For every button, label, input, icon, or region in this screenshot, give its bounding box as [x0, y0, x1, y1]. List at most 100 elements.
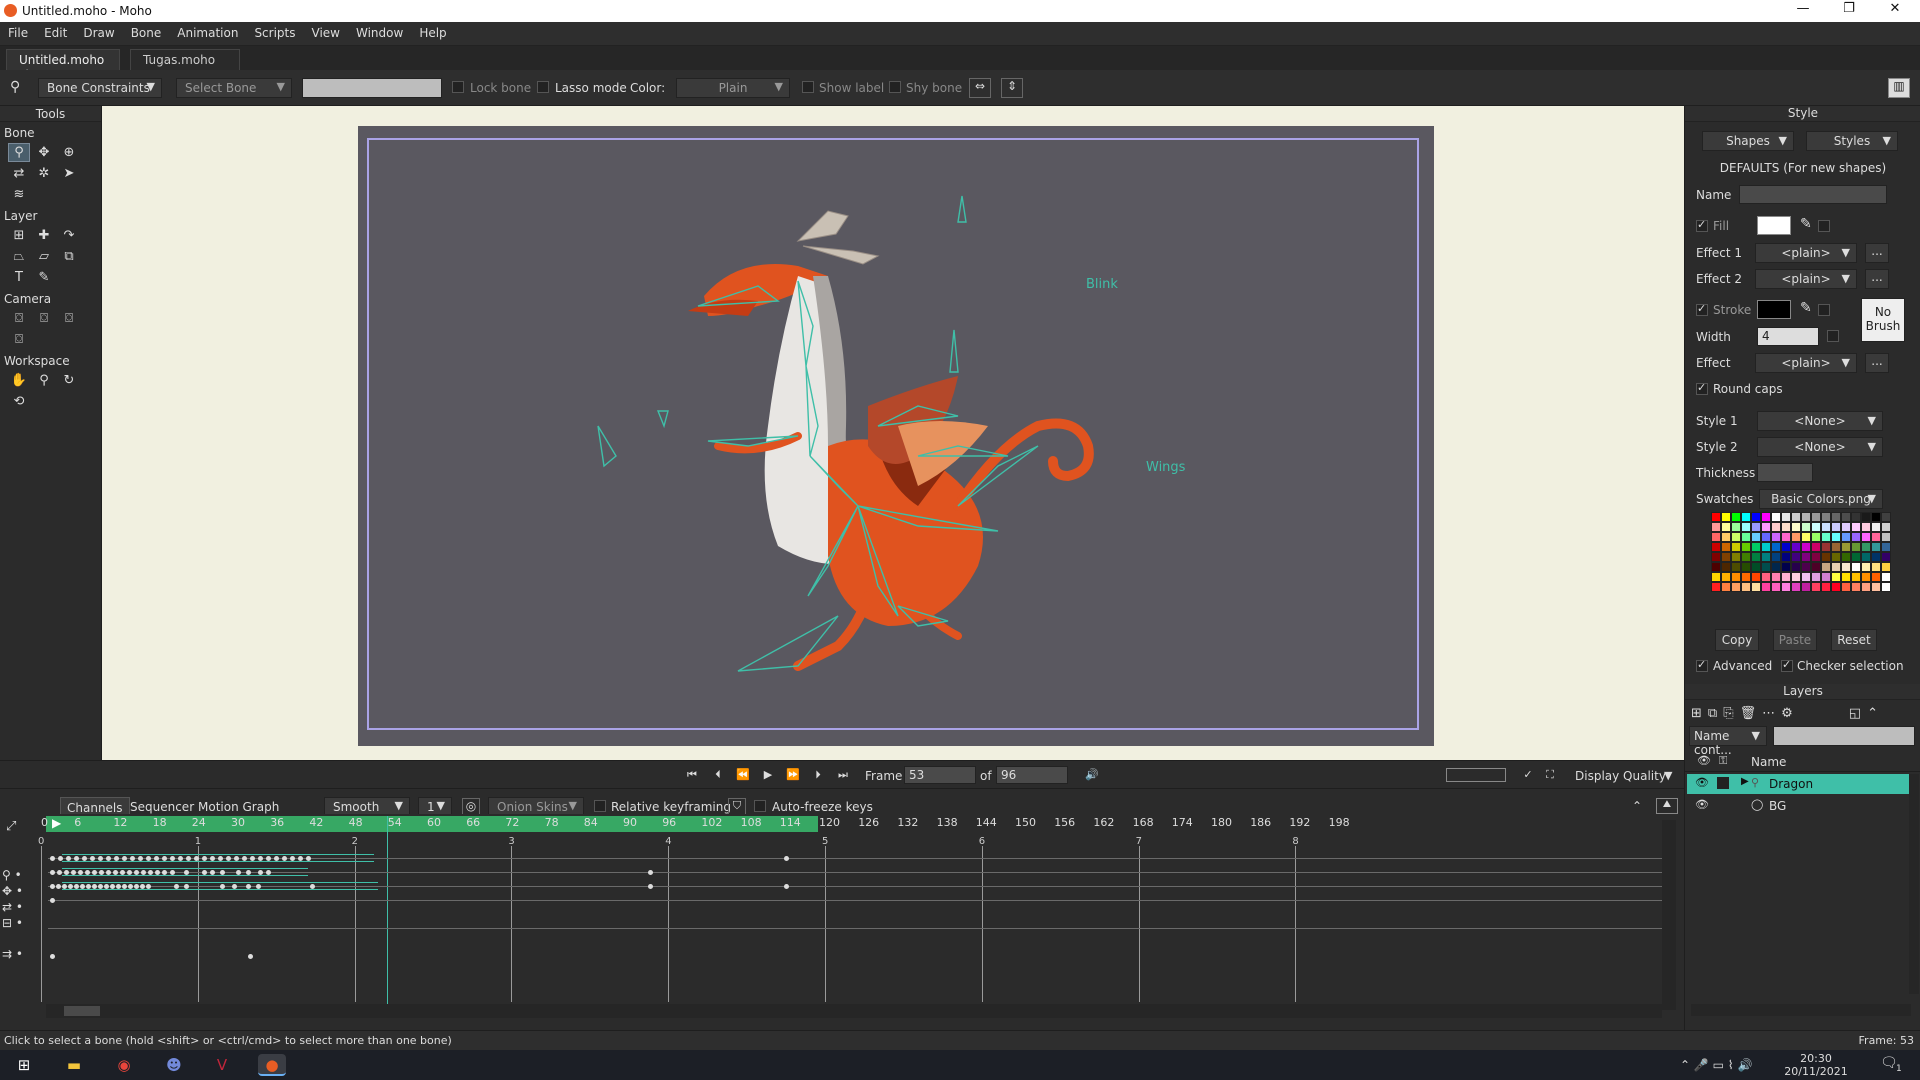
layer-row-dragon[interactable]: 👁 ▶ ⚲ Dragon: [1687, 774, 1909, 794]
keyframe-dot[interactable]: [246, 884, 251, 889]
keyframe-dot[interactable]: [226, 856, 231, 861]
flip-bone-horizontal-icon[interactable]: ⇔: [969, 78, 991, 98]
color-swatch[interactable]: [1761, 512, 1771, 522]
color-swatch[interactable]: [1771, 572, 1781, 582]
color-swatch[interactable]: [1771, 582, 1781, 592]
color-swatch[interactable]: [1741, 522, 1751, 532]
keyframe-dot[interactable]: [310, 884, 315, 889]
color-swatch[interactable]: [1821, 532, 1831, 542]
stroke-eyedropper-icon[interactable]: ✎: [1800, 300, 1812, 316]
color-swatch[interactable]: [1751, 522, 1761, 532]
fill-color-swatch[interactable]: [1757, 216, 1791, 235]
keyframe-dot[interactable]: [74, 856, 79, 861]
system-tray-icons[interactable]: ⌃ 🎤 ▭ ⌇ 🔊: [1680, 1058, 1752, 1072]
color-swatch[interactable]: [1801, 582, 1811, 592]
color-swatch[interactable]: [1771, 512, 1781, 522]
wings-bone[interactable]: [949, 329, 959, 373]
color-swatch[interactable]: [1861, 582, 1871, 592]
color-swatch[interactable]: [1811, 562, 1821, 572]
transform-bone-icon[interactable]: ✥: [33, 143, 55, 162]
collapse-panel-icon[interactable]: ⌃: [1867, 706, 1878, 721]
color-swatch[interactable]: [1831, 562, 1841, 572]
eyedropper-icon[interactable]: ✎: [33, 268, 55, 287]
color-swatch[interactable]: [1831, 582, 1841, 592]
relative-keyframing-checkbox[interactable]: [594, 800, 606, 812]
color-swatch[interactable]: [1721, 552, 1731, 562]
effect2-dropdown[interactable]: <plain> ▼: [1755, 269, 1857, 289]
color-swatch[interactable]: [1731, 572, 1741, 582]
color-swatch[interactable]: [1801, 542, 1811, 552]
effect2-more-button[interactable]: ...: [1865, 269, 1889, 289]
keyframe-dot[interactable]: [114, 856, 119, 861]
color-swatch[interactable]: [1761, 532, 1771, 542]
discord-icon[interactable]: ☻: [160, 1054, 188, 1076]
keyframe-dot[interactable]: [250, 856, 255, 861]
keyframe-dot[interactable]: [170, 856, 175, 861]
color-swatch[interactable]: [1711, 522, 1721, 532]
swatches-dropdown[interactable]: Basic Colors.png ▼: [1759, 489, 1883, 509]
color-swatch[interactable]: [1711, 582, 1721, 592]
keyframe-dot[interactable]: [218, 856, 223, 861]
rotate-layer-icon[interactable]: ↷: [58, 226, 80, 245]
add-bone-icon[interactable]: ⊕: [58, 143, 80, 162]
keyframe-dot[interactable]: [186, 856, 191, 861]
keyframe-dot[interactable]: [122, 856, 127, 861]
color-swatch[interactable]: [1801, 562, 1811, 572]
keyframe-dot[interactable]: [71, 870, 76, 875]
rewind-icon[interactable]: ⏮: [682, 768, 702, 784]
track-camera-icon[interactable]: ⌼: [8, 309, 30, 328]
keyframe-dot[interactable]: [290, 856, 295, 861]
roll-camera-icon[interactable]: ⌼: [58, 309, 80, 328]
fast-forward-icon[interactable]: ⏭: [833, 768, 853, 784]
step-back-icon[interactable]: ⏪: [733, 768, 753, 784]
color-swatch[interactable]: [1871, 532, 1881, 542]
color-swatch[interactable]: [1721, 542, 1731, 552]
color-swatch[interactable]: [1761, 522, 1771, 532]
color-swatch[interactable]: [1771, 552, 1781, 562]
more-options-icon[interactable]: ⋯: [1762, 706, 1775, 721]
fullscreen-icon[interactable]: ⛶: [1540, 768, 1560, 784]
delete-layer-icon[interactable]: 🗑: [1740, 706, 1757, 721]
color-swatch[interactable]: [1751, 532, 1761, 542]
bind-layer-icon[interactable]: ≋: [8, 185, 30, 204]
audio-icon[interactable]: 🔊: [1082, 768, 1102, 784]
keyframe-dot[interactable]: [648, 884, 653, 889]
keyframe-dot[interactable]: [146, 856, 151, 861]
color-swatch[interactable]: [1841, 552, 1851, 562]
step-forward-icon[interactable]: ⏩: [783, 768, 803, 784]
color-swatch[interactable]: [1841, 532, 1851, 542]
keyframe-dot[interactable]: [146, 884, 151, 889]
color-swatch[interactable]: [1761, 582, 1771, 592]
switch-layer-icon[interactable]: ⧉: [58, 247, 80, 266]
bone-strength-icon[interactable]: ✲: [33, 164, 55, 183]
color-swatch[interactable]: [1781, 542, 1791, 552]
rotate-workspace-icon[interactable]: ↻: [58, 371, 80, 390]
timeline-scroll-thumb[interactable]: [64, 1006, 100, 1016]
stroke-effect-more-button[interactable]: ...: [1865, 353, 1889, 373]
show-label-checkbox[interactable]: [802, 81, 814, 93]
keyframe-dot[interactable]: [155, 870, 160, 875]
menu-view[interactable]: View: [304, 22, 348, 40]
keyframe-dot[interactable]: [92, 884, 97, 889]
color-swatch[interactable]: [1881, 582, 1891, 592]
keyframe-dot[interactable]: [50, 898, 55, 903]
color-swatch[interactable]: [1791, 542, 1801, 552]
color-swatch[interactable]: [1881, 552, 1891, 562]
color-swatch[interactable]: [1791, 562, 1801, 572]
keyframe-dot[interactable]: [92, 870, 97, 875]
keyframe-dot[interactable]: [127, 870, 132, 875]
step-back-start-icon[interactable]: ⏴: [708, 768, 728, 784]
width-field[interactable]: 4: [1757, 327, 1819, 346]
lasso-mode-checkbox[interactable]: [537, 81, 549, 93]
color-swatch[interactable]: [1721, 562, 1731, 572]
style1-dropdown[interactable]: <None> ▼: [1757, 411, 1883, 431]
keyframe-dot[interactable]: [306, 856, 311, 861]
keyframe-dot[interactable]: [140, 884, 145, 889]
color-swatch[interactable]: [1741, 562, 1751, 572]
keyframe-dot[interactable]: [174, 884, 179, 889]
select-bone-dropdown[interactable]: Select Bone ▼: [176, 78, 292, 98]
color-swatch[interactable]: [1751, 552, 1761, 562]
visibility-eye-icon[interactable]: 👁: [1695, 776, 1709, 789]
color-swatch[interactable]: [1821, 552, 1831, 562]
color-swatch[interactable]: [1791, 572, 1801, 582]
